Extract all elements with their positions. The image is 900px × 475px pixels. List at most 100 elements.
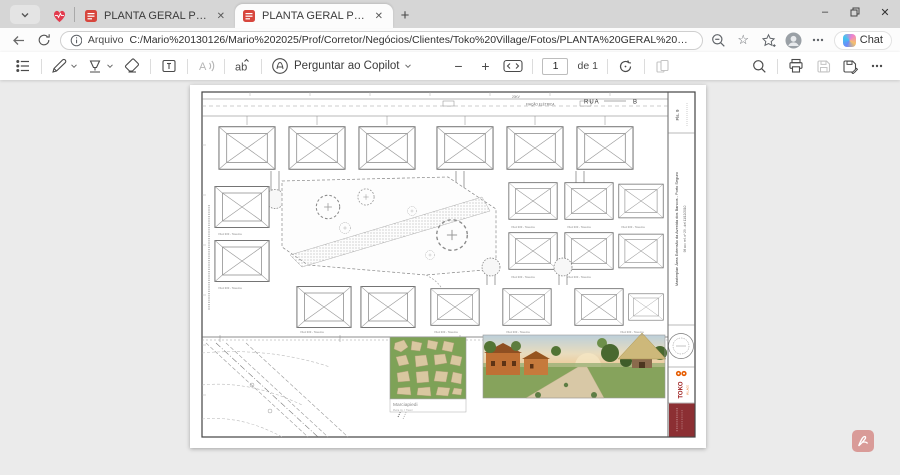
avatar-icon — [785, 32, 802, 49]
browser-menu-button[interactable] — [809, 31, 828, 50]
toc-icon — [15, 58, 31, 74]
browser-essentials-heart-icon[interactable] — [50, 7, 68, 25]
url-text: C:/Mario%20130126/Mario%202025/Prof/Corr… — [130, 34, 693, 46]
highlight-tool-button[interactable] — [87, 58, 114, 74]
svg-text:VILA 303 - Taverna: VILA 303 - Taverna — [300, 330, 324, 334]
zoom-out-magnifier-icon — [711, 33, 726, 48]
svg-text:VILA 303 - Taverna: VILA 303 - Taverna — [567, 225, 591, 229]
sheet-number: Fls. 9 — [675, 109, 680, 120]
tab-search-button[interactable] — [10, 5, 40, 24]
pdf-page: RUA B 20KV FIAÇÃO ELÉTRICA — [190, 85, 706, 448]
rotate-button[interactable] — [617, 56, 635, 76]
back-button[interactable] — [8, 30, 28, 50]
fit-width-icon — [503, 59, 523, 73]
tab-close-icon[interactable]: ✕ — [372, 10, 386, 23]
search-icon — [752, 59, 767, 74]
copilot-icon — [843, 34, 856, 47]
svg-text:ab: ab — [235, 62, 247, 74]
brand-sub: VILLAGE — [687, 385, 690, 395]
minimize-button[interactable]: – — [810, 0, 840, 24]
pen-icon — [51, 58, 67, 74]
pdf-file-icon — [242, 9, 256, 23]
close-window-button[interactable]: ✕ — [870, 0, 900, 24]
collections-star-icon — [761, 33, 776, 48]
street-letter: B — [633, 100, 637, 106]
site-plan-drawing: RUA B 20KV FIAÇÃO ELÉTRICA — [190, 85, 706, 448]
back-arrow-icon — [11, 33, 26, 48]
scheme-label: Arquivo — [88, 34, 124, 46]
chevron-down-icon — [19, 9, 31, 21]
tab-1[interactable]: PLANTA GERAL PROJETO.pdf ✕ — [77, 4, 235, 28]
chevron-down-icon — [404, 62, 412, 70]
fit-to-width-button[interactable] — [503, 56, 523, 76]
tab-separator — [74, 7, 75, 22]
table-of-contents-button[interactable] — [14, 56, 32, 76]
translate-button[interactable]: ab — [234, 56, 252, 76]
page-count-label: de 1 — [577, 60, 597, 72]
svg-text:VILA 303 - Taverna: VILA 303 - Taverna — [511, 275, 535, 279]
wiring-label: FIAÇÃO ELÉTRICA — [526, 102, 555, 107]
url-field[interactable]: Arquivo C:/Mario%20130126/Mario%202025/P… — [60, 31, 703, 50]
acrobat-icon — [856, 434, 870, 448]
restore-button[interactable] — [840, 0, 870, 24]
power-label: 20KV — [512, 95, 521, 99]
svg-text:VILA 303 - Taverna: VILA 303 - Taverna — [506, 330, 530, 334]
open-in-acrobat-button[interactable] — [852, 430, 874, 452]
browser-window: PLANTA GERAL PROJETO.pdf ✕ PLANTA GERAL … — [0, 0, 900, 475]
zoom-level-button[interactable] — [709, 31, 728, 50]
tab-strip: PLANTA GERAL PROJETO.pdf ✕ PLANTA GERAL … — [0, 0, 900, 28]
svg-text:VILA 303 - Taverna: VILA 303 - Taverna — [511, 225, 535, 229]
titleblock-line1: Masterplan Área Extensão da Avenida dos … — [674, 172, 679, 286]
text-box-icon — [161, 58, 177, 74]
tab-title: PLANTA GERAL PROJETO.pdf — [262, 10, 366, 22]
swatch-caption: Marciapiedi — [393, 402, 418, 408]
pdf-toolbar: A ab Perguntar ao Copilot − + de 1 — [0, 52, 900, 80]
chevron-down-icon — [70, 62, 78, 70]
zoom-in-button[interactable]: + — [476, 56, 494, 76]
address-bar: Arquivo C:/Mario%20130126/Mario%202025/P… — [0, 28, 900, 52]
tab-2-active[interactable]: PLANTA GERAL PROJETO.pdf ✕ — [235, 4, 393, 28]
save-button[interactable] — [814, 56, 832, 76]
swatch-subcaption: Pietra rig. f. Travol — [393, 409, 413, 412]
ask-copilot-button[interactable]: Perguntar ao Copilot — [271, 57, 412, 75]
svg-text:VILA 303 - Taverna: VILA 303 - Taverna — [567, 275, 591, 279]
highlighter-icon — [87, 58, 103, 74]
save-as-icon — [842, 59, 858, 74]
chat-label: Chat — [860, 34, 883, 46]
tab-close-icon[interactable]: ✕ — [214, 10, 228, 23]
copilot-chat-button[interactable]: Chat — [834, 31, 892, 50]
paving-swatch-image: Marciapiedi Pietra rig. f. Travol — [390, 337, 466, 412]
refresh-icon — [37, 33, 51, 47]
collections-button[interactable] — [759, 31, 778, 50]
svg-text:VILA 303 - Taverna: VILA 303 - Taverna — [218, 286, 242, 290]
profile-avatar[interactable] — [784, 31, 803, 50]
restore-icon — [850, 7, 860, 17]
svg-text:VILA 303 - Taverna: VILA 303 - Taverna — [434, 330, 458, 334]
info-icon[interactable] — [70, 34, 82, 47]
copilot-pdf-icon — [271, 57, 289, 75]
page-view-button[interactable] — [654, 56, 672, 76]
eraser-icon — [124, 58, 140, 74]
svg-text:A: A — [199, 61, 207, 73]
pdf-viewer-canvas[interactable]: RUA B 20KV FIAÇÃO ELÉTRICA — [0, 80, 900, 475]
toolbar-more-button[interactable] — [868, 56, 886, 76]
erase-tool-button[interactable] — [123, 56, 141, 76]
read-aloud-button[interactable]: A — [197, 56, 215, 76]
page-number-input[interactable] — [542, 58, 568, 75]
rotate-icon — [618, 59, 633, 74]
window-controls: – ✕ — [810, 0, 900, 24]
printer-icon — [788, 58, 804, 74]
favorites-star-button[interactable]: ☆ — [734, 31, 753, 50]
titleblock-line2: 98 acc ref. nº 29 - del 11/12/2010 — [683, 205, 687, 252]
print-button[interactable] — [787, 56, 805, 76]
add-text-button[interactable] — [160, 56, 178, 76]
svg-text:VILA 303 - Taverna: VILA 303 - Taverna — [620, 330, 644, 334]
find-in-document-button[interactable] — [750, 56, 768, 76]
new-tab-button[interactable]: + — [393, 3, 417, 27]
copilot-label: Perguntar ao Copilot — [294, 60, 399, 72]
refresh-button[interactable] — [34, 30, 54, 50]
save-as-button[interactable] — [841, 56, 859, 76]
draw-tool-button[interactable] — [51, 58, 78, 74]
village-rendering-image — [483, 333, 667, 398]
zoom-out-button[interactable]: − — [449, 56, 467, 76]
